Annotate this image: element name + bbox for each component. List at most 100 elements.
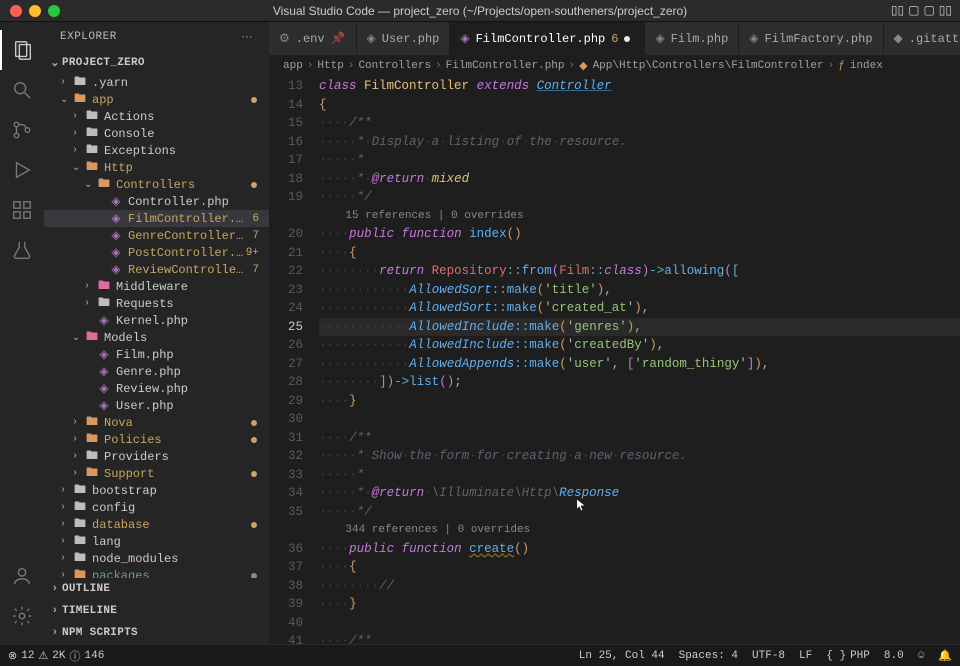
tree-folder[interactable]: ›🖿Requests xyxy=(44,295,269,312)
tree-file[interactable]: ◈User.php xyxy=(44,397,269,414)
code-line[interactable]: ·····* xyxy=(319,151,960,170)
breadcrumb-item[interactable]: Controllers xyxy=(358,60,431,72)
code-line[interactable]: ·····* xyxy=(319,466,960,485)
editor-tab[interactable]: ◆.gitattributes xyxy=(884,22,960,55)
code-line[interactable]: ············AllowedAppends::make('user',… xyxy=(319,355,960,374)
tree-folder[interactable]: ⌄🖿Http xyxy=(44,159,269,176)
enc-label: UTF-8 xyxy=(752,650,785,662)
status-eol[interactable]: LF xyxy=(799,649,812,663)
code-line[interactable]: ·····*·@return·mixed xyxy=(319,170,960,189)
code-line[interactable]: ····public function create() xyxy=(319,540,960,559)
status-encoding[interactable]: UTF-8 xyxy=(752,649,785,663)
editor-tab[interactable]: ◈User.php xyxy=(357,22,451,55)
run-debug-icon[interactable] xyxy=(0,150,44,190)
account-icon[interactable] xyxy=(0,556,44,596)
code-line[interactable]: ····public function index() xyxy=(319,225,960,244)
tree-folder[interactable]: ⌄🖿Models xyxy=(44,329,269,346)
editor-tab[interactable]: ◈FilmController.php6 xyxy=(450,22,645,55)
layout-panel-icon[interactable]: ▢ xyxy=(908,3,919,18)
tree-folder[interactable]: ›🖿Middleware xyxy=(44,278,269,295)
code-line[interactable] xyxy=(319,410,960,429)
extensions-icon[interactable] xyxy=(0,190,44,230)
code-line[interactable]: ····/** xyxy=(319,114,960,133)
window-close-button[interactable] xyxy=(10,5,22,17)
tree-folder[interactable]: ›🖿Console xyxy=(44,125,269,142)
timeline-section-header[interactable]: ›TIMELINE xyxy=(44,600,269,622)
layout-side-icon[interactable]: ▢ xyxy=(923,3,934,18)
tree-folder[interactable]: ›🖿Actions xyxy=(44,108,269,125)
breadcrumb-item[interactable]: FilmController.php xyxy=(446,60,565,72)
search-icon[interactable] xyxy=(0,70,44,110)
explorer-more-icon[interactable]: ⋯ xyxy=(242,30,254,44)
tree-file[interactable]: ◈Review.php xyxy=(44,380,269,397)
source-control-icon[interactable] xyxy=(0,110,44,150)
code-line[interactable]: ········return Repository::from(Film::cl… xyxy=(319,262,960,281)
code-line[interactable]: ·····*/ xyxy=(319,503,960,522)
code-line[interactable]: ········])->list(); xyxy=(319,373,960,392)
code-line[interactable]: ····{ xyxy=(319,558,960,577)
tree-folder[interactable]: ›🖿Exceptions xyxy=(44,142,269,159)
tree-file[interactable]: ◈FilmController.php6 xyxy=(44,210,269,227)
testing-icon[interactable] xyxy=(0,230,44,270)
tree-file[interactable]: ◈Kernel.php xyxy=(44,312,269,329)
breadcrumb-item[interactable]: app xyxy=(283,60,303,72)
editor-tab[interactable]: ◈FilmFactory.php xyxy=(739,22,883,55)
code-line[interactable]: ········// xyxy=(319,577,960,596)
code-line[interactable]: class FilmController extends Controller xyxy=(319,77,960,96)
tree-folder[interactable]: ⌄🖿Controllers xyxy=(44,176,269,193)
code-line[interactable]: ·····*·Display·a·listing·of·the·resource… xyxy=(319,133,960,152)
code-line[interactable] xyxy=(319,614,960,633)
breadcrumb[interactable]: app›Http›Controllers›FilmController.php›… xyxy=(269,55,960,77)
pin-icon[interactable]: 📌 xyxy=(331,31,346,46)
code-line[interactable]: ····} xyxy=(319,392,960,411)
npm-section-header[interactable]: ›NPM SCRIPTS xyxy=(44,622,269,644)
breadcrumb-item[interactable]: Http xyxy=(317,60,343,72)
code-line[interactable]: ·····*·@return·\Illuminate\Http\Response xyxy=(319,484,960,503)
tree-file[interactable]: ◈PostController.php9+ xyxy=(44,244,269,261)
breadcrumb-item[interactable]: App\Http\Controllers\FilmController xyxy=(593,60,824,72)
status-bell-icon[interactable]: 🔔 xyxy=(938,649,952,663)
tree-folder[interactable]: ›🖿Policies xyxy=(44,431,269,448)
tree-file[interactable]: ◈Film.php xyxy=(44,346,269,363)
codelens[interactable]: 15 references | 0 overrides xyxy=(319,207,960,226)
code-line[interactable]: ·····*/ xyxy=(319,188,960,207)
window-minimize-button[interactable] xyxy=(29,5,41,17)
status-language[interactable]: { }PHP xyxy=(826,649,870,663)
tree-file[interactable]: ◈GenreController.php7 xyxy=(44,227,269,244)
tree-file[interactable]: ◈ReviewController.php7 xyxy=(44,261,269,278)
code-line[interactable]: ············AllowedInclude::make('create… xyxy=(319,336,960,355)
code-editor[interactable]: 13141516171819 2021222324252627282930313… xyxy=(269,77,960,644)
tree-folder[interactable]: ›🖿Nova xyxy=(44,414,269,431)
code-line[interactable]: ············AllowedInclude::make('genres… xyxy=(319,318,960,337)
settings-gear-icon[interactable] xyxy=(0,596,44,636)
codelens[interactable]: 344 references | 0 overrides xyxy=(319,521,960,540)
outline-section-header[interactable]: ›OUTLINE xyxy=(44,578,269,600)
status-indent[interactable]: Spaces: 4 xyxy=(679,649,738,663)
code-line[interactable]: ····} xyxy=(319,595,960,614)
layout-custom-icon[interactable]: ▯▯ xyxy=(939,3,952,18)
code-line[interactable]: ····/** xyxy=(319,429,960,448)
status-cursor[interactable]: Ln 25, Col 44 xyxy=(579,649,665,663)
code-line[interactable]: { xyxy=(319,96,960,115)
tree-folder[interactable]: ›🖿Providers xyxy=(44,448,269,465)
explorer-icon[interactable] xyxy=(0,30,44,70)
tree-file[interactable]: ◈Genre.php xyxy=(44,363,269,380)
status-feedback-icon[interactable]: ☺ xyxy=(918,649,925,663)
window-maximize-button[interactable] xyxy=(48,5,60,17)
code-line[interactable]: ············AllowedSort::make('created_a… xyxy=(319,299,960,318)
code-content[interactable]: class FilmController extends Controller{… xyxy=(319,77,960,644)
tree-folder[interactable]: ›🖿packages xyxy=(44,567,269,578)
editor-tab[interactable]: ◈Film.php xyxy=(645,22,739,55)
tree-file[interactable]: ◈Controller.php xyxy=(44,193,269,210)
code-line[interactable]: ····{ xyxy=(319,244,960,263)
tree-folder[interactable]: ⌄🖿app xyxy=(44,91,269,108)
code-line[interactable]: ············AllowedSort::make('title'), xyxy=(319,281,960,300)
layout-primary-icon[interactable]: ▯▯ xyxy=(891,3,904,18)
status-php[interactable]: 8.0 xyxy=(884,649,904,663)
project-section-header[interactable]: ⌄PROJECT_ZERO xyxy=(44,52,269,74)
status-problems[interactable]: ⊗12 ⚠2K ⓘ146 xyxy=(8,648,104,664)
code-line[interactable]: ·····*·Show·the·form·for·creating·a·new·… xyxy=(319,447,960,466)
breadcrumb-item[interactable]: index xyxy=(850,60,883,72)
editor-tab[interactable]: ⚙.env📌 xyxy=(269,22,357,55)
code-line[interactable]: ····/** xyxy=(319,632,960,644)
